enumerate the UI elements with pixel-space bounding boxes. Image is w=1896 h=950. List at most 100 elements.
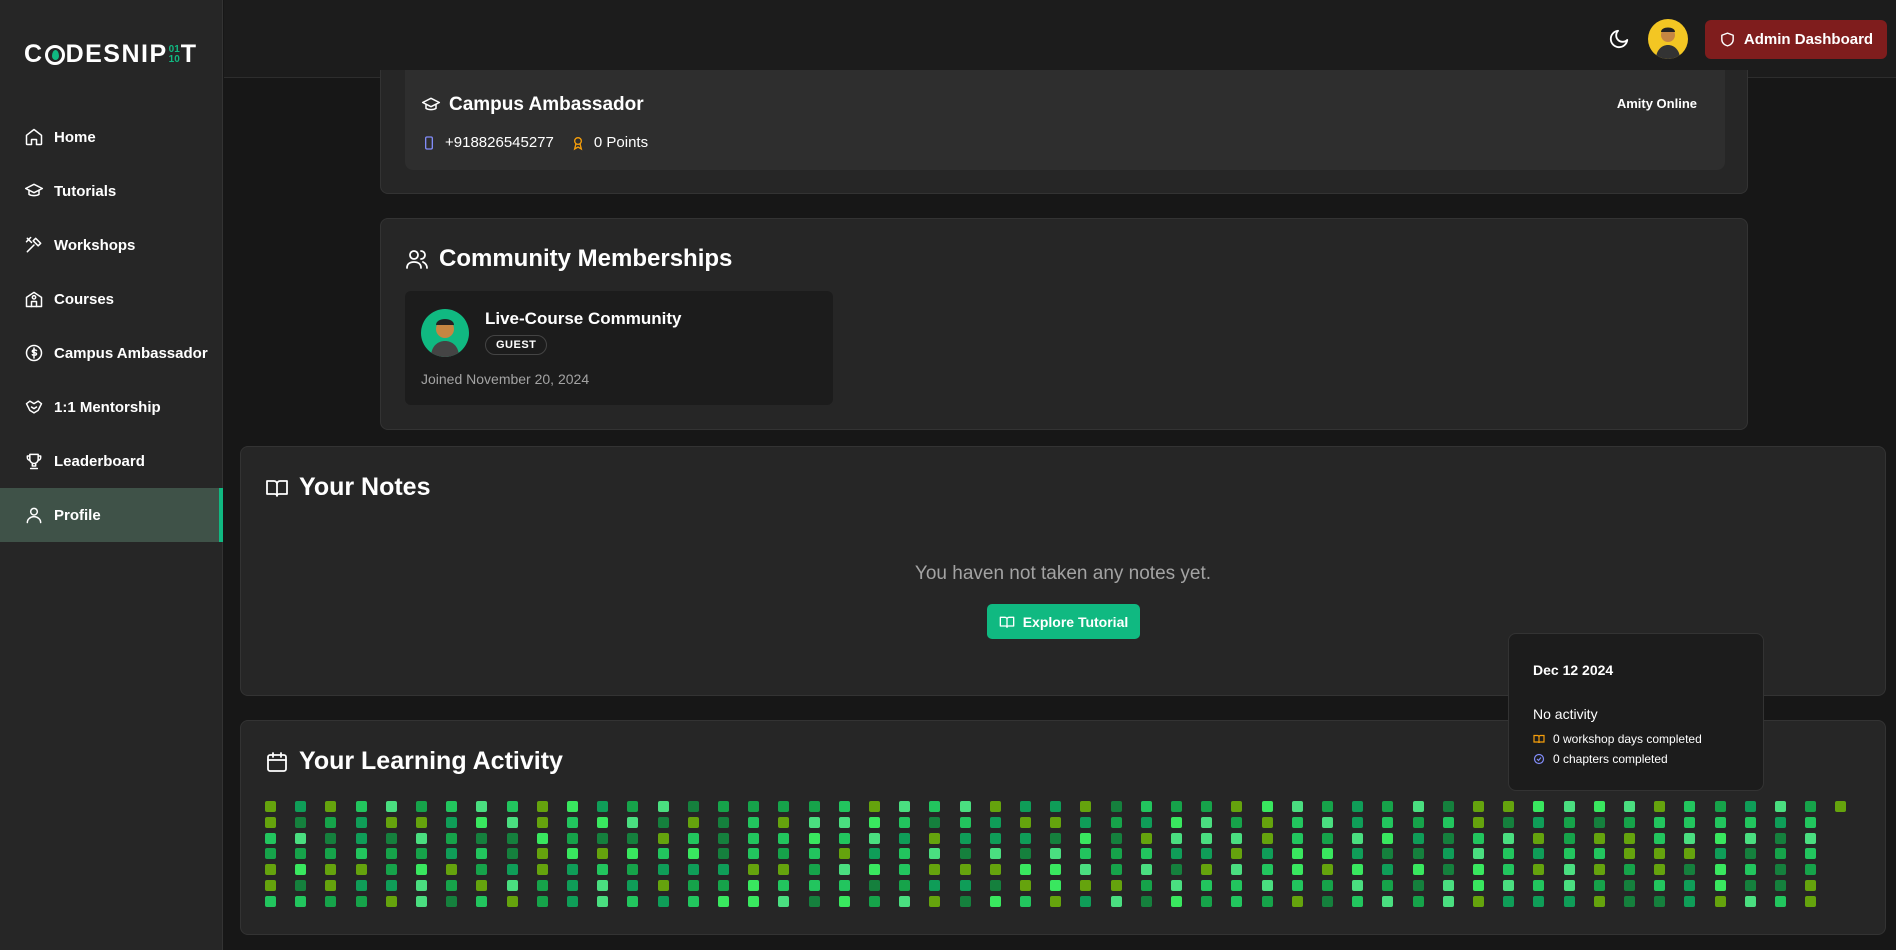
activity-cell[interactable] xyxy=(1352,816,1364,828)
activity-cell[interactable] xyxy=(899,816,911,828)
activity-cell[interactable] xyxy=(567,801,578,812)
activity-cell[interactable] xyxy=(1503,816,1515,828)
activity-cell[interactable] xyxy=(446,864,458,876)
activity-cell[interactable] xyxy=(1654,864,1666,876)
activity-cell[interactable] xyxy=(506,895,518,907)
activity-cell[interactable] xyxy=(1020,895,1031,907)
activity-cell[interactable] xyxy=(687,895,699,907)
activity-cell[interactable] xyxy=(929,816,941,828)
activity-cell[interactable] xyxy=(325,848,337,860)
activity-cell[interactable] xyxy=(567,848,578,860)
activity-cell[interactable] xyxy=(446,832,458,844)
activity-cell[interactable] xyxy=(1231,848,1243,860)
activity-cell[interactable] xyxy=(567,895,578,907)
activity-cell[interactable] xyxy=(1442,832,1454,844)
activity-cell[interactable] xyxy=(476,801,488,812)
activity-cell[interactable] xyxy=(1020,864,1031,876)
codesnippet-logo[interactable]: C DESNIP 01 10 T xyxy=(24,40,198,69)
activity-cell[interactable] xyxy=(385,880,397,891)
activity-cell[interactable] xyxy=(1352,832,1364,844)
activity-cell[interactable] xyxy=(657,864,669,876)
activity-cell[interactable] xyxy=(1805,895,1817,907)
activity-cell[interactable] xyxy=(1231,816,1243,828)
activity-cell[interactable] xyxy=(959,801,971,812)
activity-cell[interactable] xyxy=(1593,848,1605,860)
activity-cell[interactable] xyxy=(1110,832,1122,844)
activity-cell[interactable] xyxy=(748,864,760,876)
activity-cell[interactable] xyxy=(1442,895,1454,907)
activity-cell[interactable] xyxy=(1654,801,1666,812)
activity-cell[interactable] xyxy=(1744,801,1756,812)
activity-cell[interactable] xyxy=(1624,848,1635,860)
activity-cell[interactable] xyxy=(446,848,458,860)
activity-cell[interactable] xyxy=(1654,880,1666,891)
activity-cell[interactable] xyxy=(476,880,488,891)
activity-cell[interactable] xyxy=(295,880,307,891)
activity-cell[interactable] xyxy=(1140,848,1152,860)
activity-cell[interactable] xyxy=(1382,848,1394,860)
activity-cell[interactable] xyxy=(1714,832,1726,844)
sidebar-item-profile[interactable]: Profile xyxy=(0,488,223,542)
activity-cell[interactable] xyxy=(1533,801,1545,812)
activity-cell[interactable] xyxy=(265,895,276,907)
activity-cell[interactable] xyxy=(1140,816,1152,828)
activity-cell[interactable] xyxy=(416,895,427,907)
admin-dashboard-button[interactable]: Admin Dashboard xyxy=(1705,20,1887,59)
activity-cell[interactable] xyxy=(1473,848,1484,860)
activity-cell[interactable] xyxy=(1171,801,1182,812)
activity-cell[interactable] xyxy=(355,848,367,860)
activity-cell[interactable] xyxy=(1442,801,1454,812)
activity-cell[interactable] xyxy=(718,816,729,828)
activity-cell[interactable] xyxy=(1291,816,1303,828)
activity-cell[interactable] xyxy=(899,880,911,891)
activity-cell[interactable] xyxy=(1503,848,1515,860)
activity-cell[interactable] xyxy=(899,864,911,876)
activity-cell[interactable] xyxy=(1261,816,1273,828)
activity-cell[interactable] xyxy=(295,848,307,860)
activity-cell[interactable] xyxy=(1714,848,1726,860)
activity-cell[interactable] xyxy=(265,864,276,876)
activity-cell[interactable] xyxy=(808,880,820,891)
activity-cell[interactable] xyxy=(1231,801,1243,812)
activity-cell[interactable] xyxy=(1563,864,1575,876)
activity-cell[interactable] xyxy=(1171,816,1182,828)
activity-cell[interactable] xyxy=(657,880,669,891)
activity-cell[interactable] xyxy=(1593,816,1605,828)
activity-cell[interactable] xyxy=(929,801,941,812)
activity-cell[interactable] xyxy=(838,832,850,844)
activity-cell[interactable] xyxy=(1503,801,1515,812)
activity-cell[interactable] xyxy=(808,895,820,907)
activity-cell[interactable] xyxy=(959,848,971,860)
activity-cell[interactable] xyxy=(718,801,729,812)
activity-cell[interactable] xyxy=(627,880,639,891)
activity-cell[interactable] xyxy=(869,832,880,844)
activity-cell[interactable] xyxy=(1593,832,1605,844)
activity-cell[interactable] xyxy=(778,848,790,860)
activity-cell[interactable] xyxy=(657,816,669,828)
activity-cell[interactable] xyxy=(657,832,669,844)
sidebar-item-tutorials[interactable]: Tutorials xyxy=(0,164,223,218)
activity-cell[interactable] xyxy=(1080,801,1092,812)
activity-cell[interactable] xyxy=(657,801,669,812)
activity-cell[interactable] xyxy=(1171,880,1182,891)
activity-cell[interactable] xyxy=(597,848,609,860)
activity-cell[interactable] xyxy=(1624,880,1635,891)
activity-cell[interactable] xyxy=(989,801,1001,812)
activity-cell[interactable] xyxy=(627,895,639,907)
activity-cell[interactable] xyxy=(989,832,1001,844)
activity-cell[interactable] xyxy=(1593,895,1605,907)
activity-cell[interactable] xyxy=(1684,864,1696,876)
activity-cell[interactable] xyxy=(1775,864,1786,876)
activity-cell[interactable] xyxy=(1382,801,1394,812)
activity-cell[interactable] xyxy=(627,848,639,860)
activity-cell[interactable] xyxy=(687,816,699,828)
activity-cell[interactable] xyxy=(1805,864,1817,876)
activity-cell[interactable] xyxy=(1684,816,1696,828)
activity-cell[interactable] xyxy=(1080,880,1092,891)
activity-cell[interactable] xyxy=(446,880,458,891)
activity-cell[interactable] xyxy=(1624,864,1635,876)
activity-cell[interactable] xyxy=(325,880,337,891)
activity-cell[interactable] xyxy=(1140,880,1152,891)
activity-cell[interactable] xyxy=(355,864,367,876)
activity-cell[interactable] xyxy=(1291,848,1303,860)
